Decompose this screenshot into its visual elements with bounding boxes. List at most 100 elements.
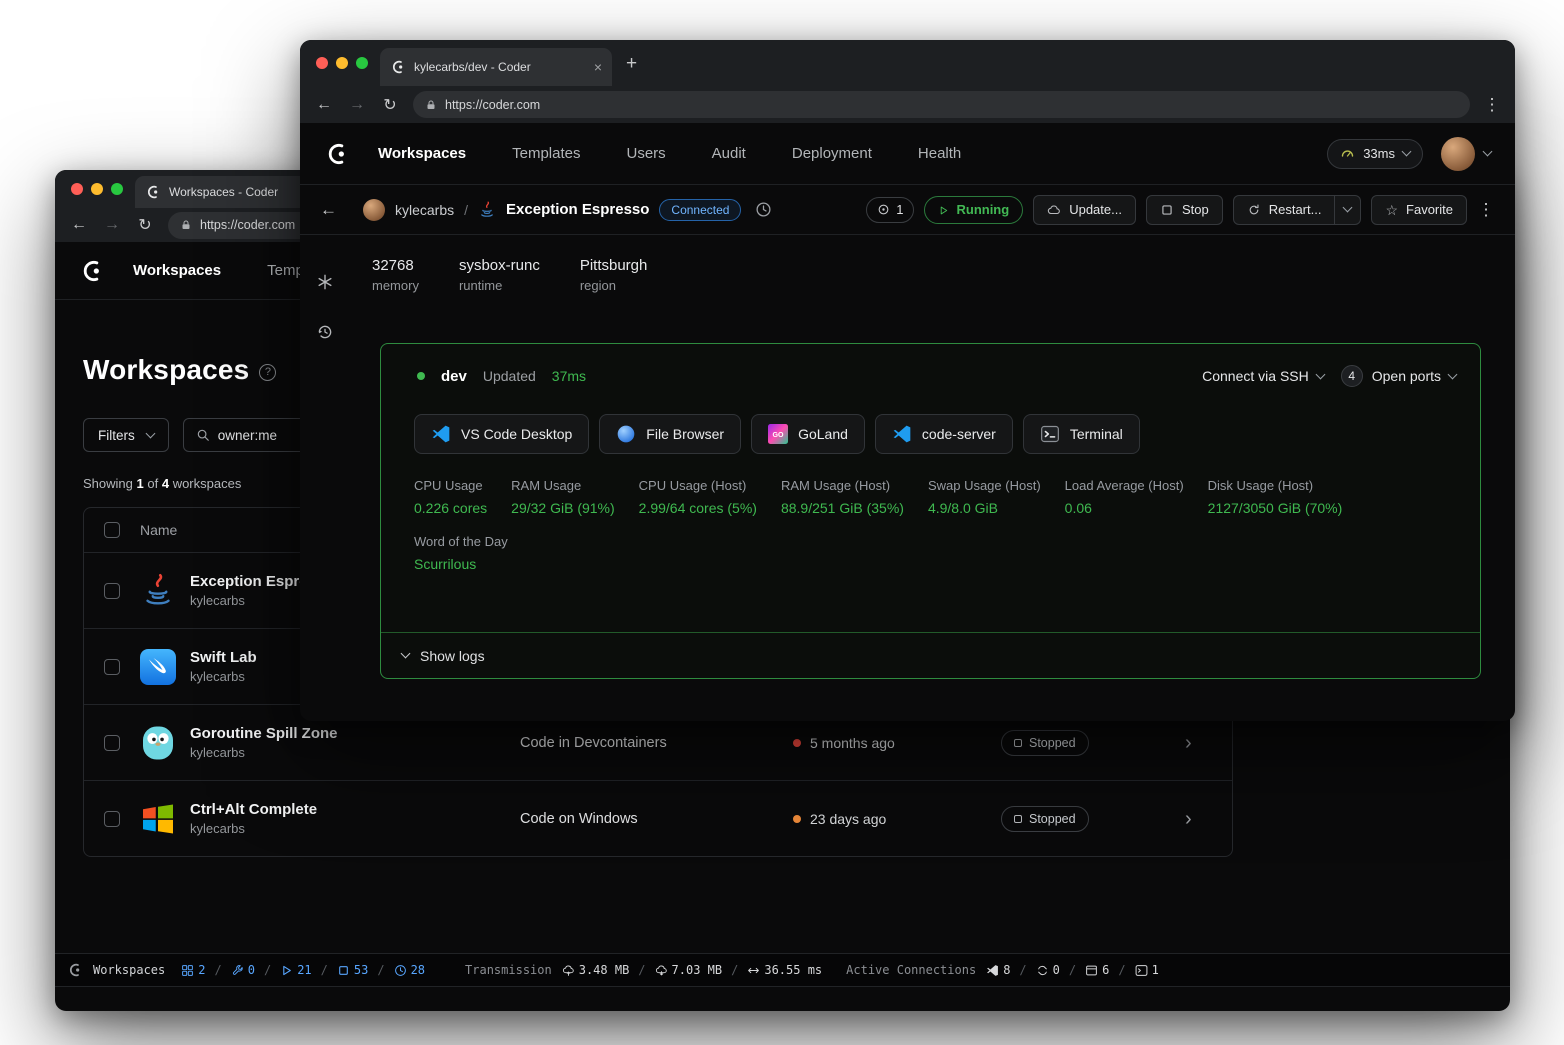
browser-window-icon <box>1085 964 1098 977</box>
owner-name[interactable]: kylecarbs <box>395 202 454 218</box>
window-controls <box>300 57 380 69</box>
workspace-owner: kylecarbs <box>190 745 338 760</box>
select-all-checkbox[interactable] <box>104 522 120 538</box>
chevron-down-icon <box>1343 203 1353 213</box>
cloud-download-icon <box>655 964 668 977</box>
vscode-desktop-button[interactable]: VS Code Desktop <box>414 414 589 454</box>
goland-button[interactable]: GoLand <box>751 414 865 454</box>
browser-menu-icon[interactable]: ⋮ <box>1483 95 1501 115</box>
zoom-window-button[interactable] <box>356 57 368 69</box>
forward-button[interactable]: → <box>347 96 367 114</box>
close-window-button[interactable] <box>316 57 328 69</box>
breadcrumb-separator: / <box>464 202 468 218</box>
restart-button[interactable]: Restart... <box>1233 195 1336 225</box>
agent-stats: CPU Usage 0.226 cores RAM Usage 29/32 Gi… <box>414 478 1480 516</box>
schedule-clock-icon[interactable] <box>755 201 772 218</box>
workspace-name: Swift Lab <box>190 649 257 666</box>
window-controls <box>55 183 135 195</box>
help-icon[interactable]: ? <box>259 364 276 381</box>
show-logs-button[interactable]: Show logs <box>381 632 1480 678</box>
lock-icon <box>425 99 437 111</box>
goland-icon <box>768 424 788 444</box>
filters-button[interactable]: Filters <box>83 418 169 452</box>
go-gopher-icon <box>140 725 176 761</box>
browser-tab[interactable]: Workspaces - Coder <box>135 176 313 208</box>
new-tab-button[interactable]: + <box>626 54 637 73</box>
terminal-connections: 1 <box>1135 963 1159 977</box>
restart-options-button[interactable] <box>1335 195 1361 225</box>
stop-icon <box>1014 815 1022 823</box>
forward-button[interactable]: → <box>102 216 122 234</box>
back-to-workspaces-button[interactable]: ← <box>320 200 337 220</box>
restart-icon <box>1247 203 1261 217</box>
back-button[interactable]: ← <box>314 96 334 114</box>
lock-icon <box>180 219 192 231</box>
file-browser-icon <box>616 424 636 444</box>
stop-square-icon <box>1160 203 1174 217</box>
agent-name: dev <box>441 368 467 385</box>
status-badge: Stopped <box>1001 806 1089 832</box>
refresh-button[interactable]: ↻ <box>380 95 400 115</box>
open-ports-button[interactable]: Open ports <box>1372 368 1456 384</box>
terminal-button[interactable]: Terminal <box>1023 414 1140 454</box>
coder-mark-icon <box>67 962 83 978</box>
stop-button[interactable]: Stop <box>1146 195 1223 225</box>
workspace-menu-icon[interactable]: ⋮ <box>1477 200 1495 220</box>
wrench-count: 0 <box>231 963 255 977</box>
stat-disk-host: Disk Usage (Host) 2127/3050 GiB (70%) <box>1208 478 1343 516</box>
name-column-header: Name <box>140 522 177 538</box>
close-tab-icon[interactable]: × <box>594 60 602 74</box>
clock-icon <box>394 964 407 977</box>
row-checkbox[interactable] <box>104 583 120 599</box>
page-title: Workspaces <box>83 354 249 386</box>
chevron-down-icon[interactable] <box>1483 147 1493 157</box>
build-count-badge[interactable]: 1 <box>866 197 914 223</box>
browser-tab[interactable]: kylecarbs/dev - Coder × <box>380 48 612 86</box>
close-window-button[interactable] <box>71 183 83 195</box>
code-server-button[interactable]: code-server <box>875 414 1013 454</box>
user-avatar[interactable] <box>1441 137 1475 171</box>
nav-workspaces[interactable]: Workspaces <box>378 145 466 162</box>
table-row[interactable]: Ctrl+Alt Complete kylecarbs Code on Wind… <box>84 780 1232 856</box>
nav-workspaces[interactable]: Workspaces <box>133 262 221 279</box>
nav-health[interactable]: Health <box>918 145 961 162</box>
vscode-icon <box>431 424 451 444</box>
nav-audit[interactable]: Audit <box>712 145 746 162</box>
back-button[interactable]: ← <box>69 216 89 234</box>
chevron-down-icon <box>145 428 155 438</box>
chevron-down-icon <box>1448 369 1458 379</box>
row-checkbox[interactable] <box>104 735 120 751</box>
vscode-icon <box>892 424 912 444</box>
minimize-window-button[interactable] <box>91 183 103 195</box>
update-button[interactable]: Update... <box>1033 195 1136 225</box>
row-checkbox[interactable] <box>104 811 120 827</box>
latency-pill[interactable]: 33ms <box>1327 139 1423 169</box>
vscode-connections: 8 <box>986 963 1010 977</box>
nav-templates[interactable]: Templates <box>512 145 580 162</box>
sync-connections: 0 <box>1036 963 1060 977</box>
play-icon <box>938 204 949 215</box>
connect-via-ssh-button[interactable]: Connect via SSH <box>1202 368 1324 384</box>
terminal-icon <box>1040 424 1060 444</box>
tab-title: kylecarbs/dev - Coder <box>414 60 586 74</box>
resources-hub-icon[interactable] <box>316 273 334 291</box>
row-checkbox[interactable] <box>104 659 120 675</box>
workspace-name: Goroutine Spill Zone <box>190 725 338 742</box>
nav-deployment[interactable]: Deployment <box>792 145 872 162</box>
containers-icon <box>181 964 194 977</box>
ports-count-badge: 4 <box>1341 365 1363 387</box>
web-connections: 6 <box>1085 963 1109 977</box>
address-bar[interactable]: https://coder.com <box>413 91 1470 118</box>
latency-arrows-icon <box>747 964 760 977</box>
file-browser-button[interactable]: File Browser <box>599 414 741 454</box>
coder-logo-icon[interactable] <box>79 258 105 284</box>
workspace-owner: kylecarbs <box>190 669 257 684</box>
nav-users[interactable]: Users <box>626 145 665 162</box>
coder-logo-icon[interactable] <box>324 141 350 167</box>
last-used: 5 months ago <box>793 735 895 751</box>
history-icon[interactable] <box>316 323 334 341</box>
favorite-button[interactable]: ☆ Favorite <box>1371 195 1467 225</box>
minimize-window-button[interactable] <box>336 57 348 69</box>
refresh-button[interactable]: ↻ <box>135 215 155 235</box>
zoom-window-button[interactable] <box>111 183 123 195</box>
